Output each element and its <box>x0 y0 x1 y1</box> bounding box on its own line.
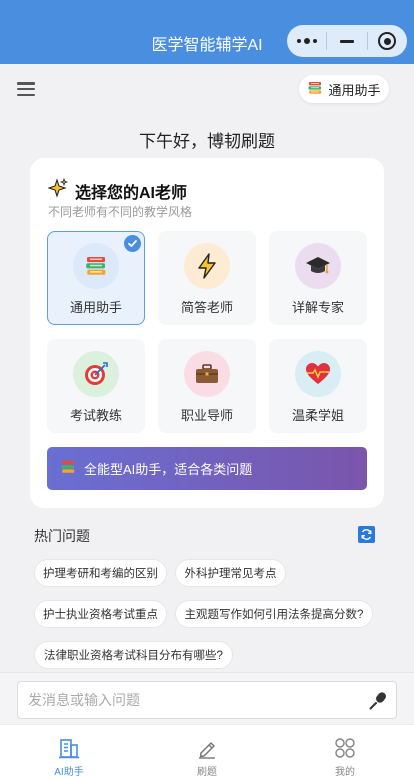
current-assistant-button[interactable]: 通用助手 <box>299 75 389 103</box>
message-input-placeholder: 发消息或输入问题 <box>28 692 140 708</box>
tab-label: 刷题 <box>197 767 217 778</box>
teacher-tile-gentle-senior[interactable]: 温柔学姐 <box>269 339 367 433</box>
hot-question-chip[interactable]: 外科护理常见考点 <box>175 559 286 587</box>
teacher-label: 职业导师 <box>180 408 233 423</box>
teacher-tile-general[interactable]: 通用助手 <box>47 231 145 325</box>
books-icon <box>72 242 119 289</box>
checkmark-icon <box>124 235 141 252</box>
graduation-cap-icon <box>295 243 341 289</box>
card-subtitle: 不同老师有不同的教学风格 <box>48 205 193 219</box>
teacher-label: 简答老师 <box>180 300 233 315</box>
refresh-icon[interactable] <box>358 526 375 543</box>
hot-question-chip[interactable]: 主观题写作如何引用法条提高分数? <box>175 600 373 628</box>
message-input[interactable]: 发消息或输入问题 <box>17 681 397 719</box>
teacher-label: 详解专家 <box>291 300 344 315</box>
teacher-label: 考试教练 <box>69 408 122 423</box>
tab-profile[interactable]: 我的 <box>305 725 385 780</box>
more-dots-icon <box>296 38 317 44</box>
lightning-icon <box>184 243 230 289</box>
teacher-tile-exam-coach[interactable]: 考试教练 <box>47 339 145 433</box>
pencil-icon <box>196 735 218 761</box>
greeting-text: 下午好，博韧刷题 <box>139 132 275 151</box>
microphone-icon[interactable] <box>368 691 388 714</box>
briefcase-icon <box>184 351 230 397</box>
top-nav-bar: 医学智能辅学AI <box>0 0 414 64</box>
current-assistant-label: 通用助手 <box>328 82 381 98</box>
teacher-tile-expert[interactable]: 详解专家 <box>269 231 367 325</box>
teacher-tile-career-mentor[interactable]: 职业导师 <box>158 339 256 433</box>
tab-practice[interactable]: 刷题 <box>167 725 247 780</box>
teacher-selection-card: 选择您的AI老师 不同老师有不同的教学风格 通用助手 简答老师 详解专家 考试教… <box>30 158 384 508</box>
close-program-button[interactable] <box>368 25 407 57</box>
minus-icon <box>339 39 354 43</box>
tab-ai-assistant[interactable]: AI助手 <box>29 725 109 780</box>
more-options-button[interactable] <box>287 25 326 57</box>
teacher-tile-brief[interactable]: 简答老师 <box>158 231 256 325</box>
teacher-label: 通用助手 <box>69 299 122 315</box>
grid-icon <box>334 735 356 761</box>
tab-label: AI助手 <box>54 767 84 778</box>
card-title-text: 选择您的AI老师 <box>75 184 188 202</box>
message-input-bar: 发消息或输入问题 <box>0 672 414 724</box>
teacher-description-banner: 全能型AI助手，适合各类问题 <box>47 447 367 490</box>
hot-question-chip[interactable]: 法律职业资格考试科目分布有哪些? <box>34 641 233 669</box>
hot-question-chip[interactable]: 护士执业资格考试重点 <box>34 600 167 628</box>
books-icon <box>60 459 76 478</box>
sparkles-icon <box>47 177 69 203</box>
tab-label: 我的 <box>335 767 355 778</box>
target-icon <box>73 351 119 397</box>
circle-dot-icon <box>378 32 397 50</box>
mini-program-capsule <box>287 25 407 57</box>
hot-questions-title: 热门问题 <box>34 528 90 544</box>
hamburger-menu-icon[interactable] <box>17 82 35 96</box>
teacher-label: 温柔学姐 <box>291 408 344 423</box>
banner-text: 全能型AI助手，适合各类问题 <box>84 462 253 477</box>
bottom-tab-bar: AI助手 刷题 我的 <box>0 724 414 780</box>
heart-icon <box>295 351 341 397</box>
building-icon <box>58 735 80 761</box>
minimize-button[interactable] <box>327 25 366 57</box>
books-icon <box>307 80 323 99</box>
hot-question-chip[interactable]: 护理考研和考编的区别 <box>34 559 167 587</box>
card-title: 选择您的AI老师 <box>47 177 188 203</box>
